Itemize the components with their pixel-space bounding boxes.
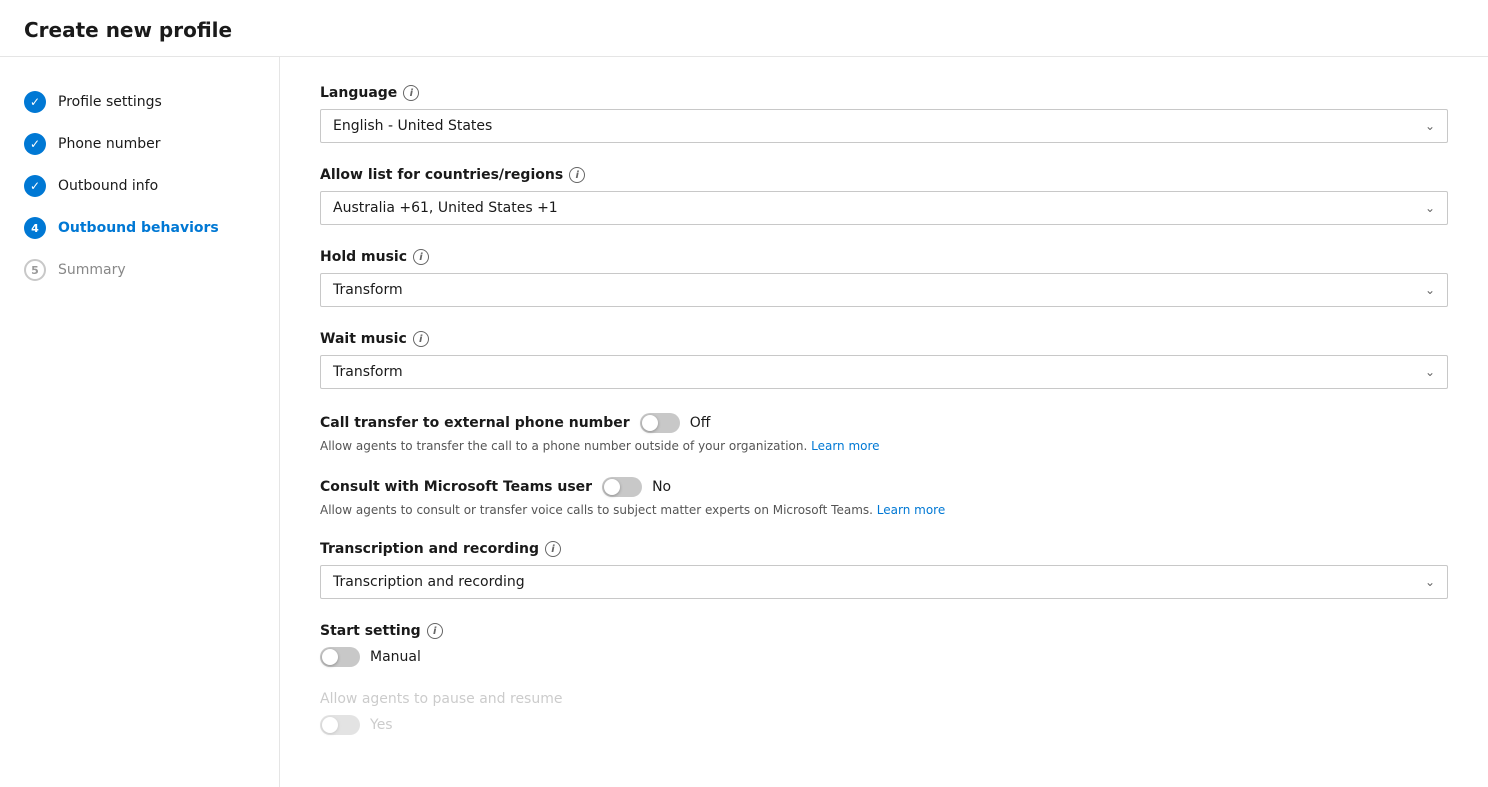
allow-pause-label: Allow agents to pause and resume <box>320 691 1448 707</box>
call-transfer-toggle-label: Off <box>690 415 711 431</box>
sidebar-item-outbound-info[interactable]: ✓ Outbound info <box>0 165 279 207</box>
allow-list-label: Allow list for countries/regions i <box>320 167 1448 183</box>
sidebar-item-profile-settings[interactable]: ✓ Profile settings <box>0 81 279 123</box>
allow-list-field-group: Allow list for countries/regions i Austr… <box>320 167 1448 225</box>
allow-pause-toggle-row: Yes <box>320 715 1448 735</box>
sidebar-item-phone-number[interactable]: ✓ Phone number <box>0 123 279 165</box>
allow-pause-toggle-container <box>320 715 360 735</box>
wait-music-field-group: Wait music i Transform ⌄ <box>320 331 1448 389</box>
wait-music-dropdown[interactable]: Transform ⌄ <box>320 355 1448 389</box>
step-circle-outbound-info: ✓ <box>24 175 46 197</box>
consult-teams-toggle-row: Consult with Microsoft Teams user No <box>320 477 1448 497</box>
sidebar-label-profile-settings: Profile settings <box>58 94 162 110</box>
call-transfer-label: Call transfer to external phone number <box>320 415 630 431</box>
step-number-icon: 4 <box>31 222 39 235</box>
hold-music-chevron-icon: ⌄ <box>1425 283 1435 297</box>
transcription-value: Transcription and recording <box>333 574 525 590</box>
consult-teams-toggle[interactable] <box>602 477 642 497</box>
sidebar-label-outbound-info: Outbound info <box>58 178 158 194</box>
allow-list-dropdown[interactable]: Australia +61, United States +1 ⌄ <box>320 191 1448 225</box>
language-field-group: Language i English - United States ⌄ <box>320 85 1448 143</box>
wait-music-info-icon[interactable]: i <box>413 331 429 347</box>
step-circle-outbound-behaviors: 4 <box>24 217 46 239</box>
allow-pause-toggle <box>320 715 360 735</box>
consult-teams-toggle-label: No <box>652 479 671 495</box>
call-transfer-helper: Allow agents to transfer the call to a p… <box>320 439 1448 453</box>
transcription-dropdown[interactable]: Transcription and recording ⌄ <box>320 565 1448 599</box>
hold-music-label: Hold music i <box>320 249 1448 265</box>
language-value: English - United States <box>333 118 492 134</box>
start-setting-toggle-label: Manual <box>370 649 421 665</box>
allow-pause-field-group: Allow agents to pause and resume Yes <box>320 691 1448 735</box>
consult-teams-field-group: Consult with Microsoft Teams user No All… <box>320 477 1448 517</box>
main-content: Language i English - United States ⌄ All… <box>280 57 1488 787</box>
call-transfer-toggle[interactable] <box>640 413 680 433</box>
consult-teams-label: Consult with Microsoft Teams user <box>320 479 592 495</box>
start-setting-info-icon[interactable]: i <box>427 623 443 639</box>
hold-music-field-group: Hold music i Transform ⌄ <box>320 249 1448 307</box>
sidebar-item-outbound-behaviors[interactable]: 4 Outbound behaviors <box>0 207 279 249</box>
sidebar-label-phone-number: Phone number <box>58 136 160 152</box>
allow-list-chevron-icon: ⌄ <box>1425 201 1435 215</box>
page-title: Create new profile <box>0 0 1488 57</box>
start-setting-field-group: Start setting i Manual <box>320 623 1448 667</box>
call-transfer-toggle-row: Call transfer to external phone number O… <box>320 413 1448 433</box>
wait-music-chevron-icon: ⌄ <box>1425 365 1435 379</box>
language-chevron-icon: ⌄ <box>1425 119 1435 133</box>
start-setting-label: Start setting i <box>320 623 1448 639</box>
sidebar-label-summary: Summary <box>58 262 126 278</box>
wait-music-value: Transform <box>333 364 403 380</box>
sidebar-item-summary[interactable]: 5 Summary <box>0 249 279 291</box>
call-transfer-field-group: Call transfer to external phone number O… <box>320 413 1448 453</box>
consult-teams-toggle-container <box>602 477 642 497</box>
allow-pause-toggle-label: Yes <box>370 717 393 733</box>
start-setting-toggle-container <box>320 647 360 667</box>
step-circle-summary: 5 <box>24 259 46 281</box>
transcription-field-group: Transcription and recording i Transcript… <box>320 541 1448 599</box>
check-icon-3: ✓ <box>30 179 40 193</box>
hold-music-value: Transform <box>333 282 403 298</box>
transcription-chevron-icon: ⌄ <box>1425 575 1435 589</box>
step-circle-profile-settings: ✓ <box>24 91 46 113</box>
consult-teams-helper: Allow agents to consult or transfer voic… <box>320 503 1448 517</box>
start-setting-toggle-row: Manual <box>320 647 1448 667</box>
wait-music-label: Wait music i <box>320 331 1448 347</box>
start-setting-toggle[interactable] <box>320 647 360 667</box>
check-icon-2: ✓ <box>30 137 40 151</box>
language-dropdown[interactable]: English - United States ⌄ <box>320 109 1448 143</box>
call-transfer-learn-more[interactable]: Learn more <box>811 439 879 453</box>
hold-music-info-icon[interactable]: i <box>413 249 429 265</box>
check-icon: ✓ <box>30 95 40 109</box>
allow-list-value: Australia +61, United States +1 <box>333 200 558 216</box>
transcription-label: Transcription and recording i <box>320 541 1448 557</box>
sidebar: ✓ Profile settings ✓ Phone number ✓ Outb… <box>0 57 280 787</box>
call-transfer-toggle-container <box>640 413 680 433</box>
step-number-summary-icon: 5 <box>31 264 39 277</box>
consult-teams-learn-more[interactable]: Learn more <box>877 503 945 517</box>
step-circle-phone-number: ✓ <box>24 133 46 155</box>
allow-list-info-icon[interactable]: i <box>569 167 585 183</box>
transcription-info-icon[interactable]: i <box>545 541 561 557</box>
sidebar-label-outbound-behaviors: Outbound behaviors <box>58 220 219 236</box>
hold-music-dropdown[interactable]: Transform ⌄ <box>320 273 1448 307</box>
language-info-icon[interactable]: i <box>403 85 419 101</box>
language-label: Language i <box>320 85 1448 101</box>
